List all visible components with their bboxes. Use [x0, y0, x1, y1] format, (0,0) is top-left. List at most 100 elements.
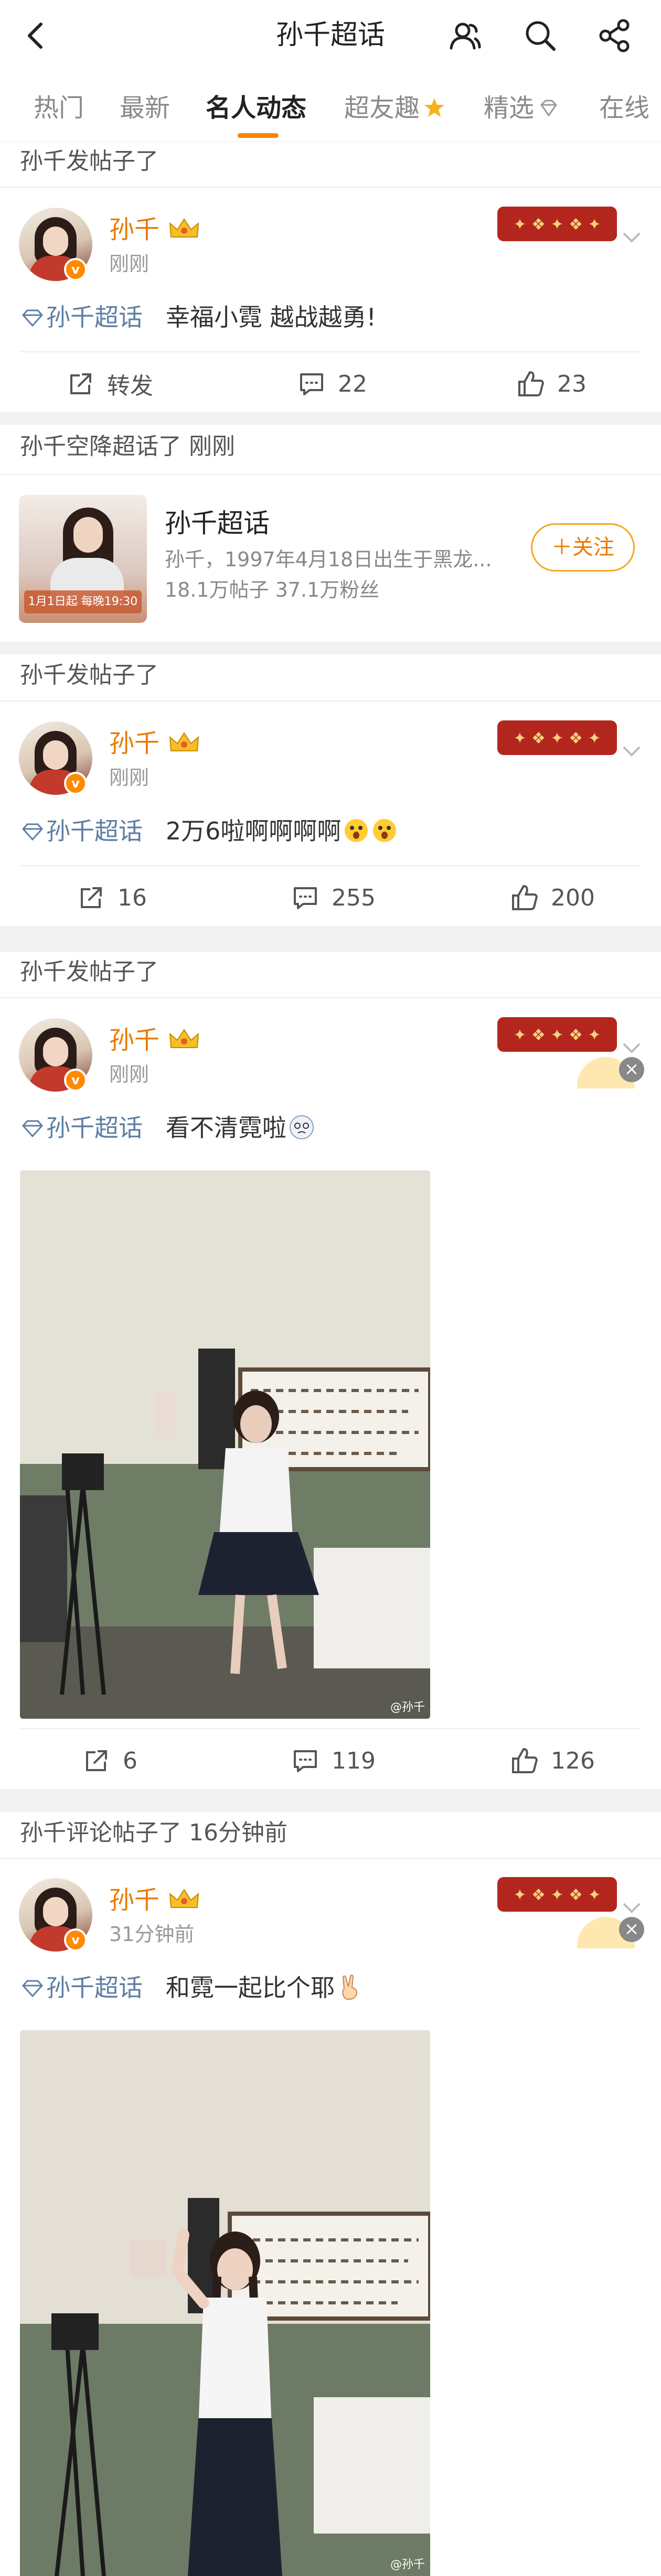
username[interactable]: 孙千 [109, 214, 159, 245]
close-icon[interactable]: × [619, 1917, 644, 1942]
supertopic-description: 孙千，1997年4月18日出生于黑龙... [165, 548, 492, 571]
post-text: 孙千超话 幸福小霓 越战越勇! [21, 301, 376, 333]
post-time: 刚刚 [109, 252, 150, 275]
fortune-stamp-icon: ✦ ❖ ✦ ❖ ✦ [497, 207, 617, 241]
like-button[interactable]: 23 [516, 352, 587, 415]
tab-featured[interactable]: 精选 [484, 92, 560, 124]
repost-button[interactable]: 16 [77, 866, 147, 929]
topic-tag[interactable]: 孙千超话 [21, 1974, 143, 2002]
like-button[interactable]: 126 [510, 1729, 595, 1792]
topic-tag[interactable]: 孙千超话 [21, 817, 143, 845]
like-button[interactable]: 200 [510, 866, 595, 929]
star-icon [424, 98, 445, 117]
comment-count: 255 [332, 884, 376, 911]
crown-icon [169, 218, 199, 238]
supertopic-name[interactable]: 孙千超话 [165, 506, 270, 540]
search-icon[interactable] [521, 17, 559, 55]
username[interactable]: 孙千 [109, 1884, 159, 1916]
behind-the-scenes-photo [20, 1170, 430, 1719]
post-photo[interactable]: @孙千 [20, 2030, 430, 2576]
crown-icon [169, 1889, 199, 1908]
topic-label: 孙千超话 [46, 817, 143, 845]
divider [0, 700, 661, 702]
gem-icon [22, 309, 44, 327]
post-time: 刚刚 [109, 766, 150, 789]
repost-count: 转发 [107, 373, 153, 400]
comment-button[interactable]: 22 [297, 352, 367, 415]
verified-badge-icon: v [64, 1069, 87, 1092]
post-text: 孙千超话 和霓一起比个耶 [21, 1971, 363, 2004]
card-header: 孙千评论帖子了 16分钟前 [20, 1819, 287, 1846]
repost-button[interactable]: 转发 [66, 352, 153, 415]
shocked-emoji-icon [373, 819, 397, 842]
post-card[interactable]: 孙千发帖子了 v 孙千 刚刚 ✦ ❖ ✦ ❖ ✦ × 孙千超话 看不清霓啦 @孙… [0, 952, 661, 1789]
fortune-stamp-icon: ✦ ❖ ✦ ❖ ✦ [497, 1017, 617, 1052]
chevron-down-icon[interactable] [618, 737, 645, 764]
verified-badge-icon: v [64, 258, 87, 281]
supertopic-stats: 18.1万帖子 37.1万粉丝 [165, 578, 380, 601]
post-time: 31分钟前 [109, 1923, 195, 1946]
svg-text:✦ ❖ ✦ ❖ ✦: ✦ ❖ ✦ ❖ ✦ [513, 1026, 601, 1044]
verified-badge-icon: v [64, 772, 87, 795]
repost-button[interactable]: 6 [82, 1729, 137, 1792]
action-row: 16 255 200 [0, 866, 661, 929]
tab-online[interactable]: 在线 [599, 92, 649, 124]
tab-hot[interactable]: 热门 [34, 92, 84, 124]
repost-count: 16 [118, 884, 147, 911]
post-body: 和霓一起比个耶 [165, 1974, 335, 2002]
comment-icon [300, 373, 323, 395]
thumbs-up-icon [518, 371, 544, 396]
topic-tag[interactable]: 孙千超话 [21, 1114, 143, 1142]
comment-count: 119 [332, 1747, 376, 1774]
follow-button[interactable]: ＋关注 [531, 523, 635, 572]
divider [0, 1858, 661, 1859]
share-icon[interactable] [596, 17, 634, 55]
verified-badge-icon: v [64, 1928, 87, 1952]
thumbs-up-icon [512, 885, 538, 910]
username[interactable]: 孙千 [109, 728, 159, 759]
card-header: 孙千空降超话了 刚刚 [20, 433, 235, 460]
tab-latest[interactable]: 最新 [120, 92, 170, 124]
post-body: 幸福小霓 越战越勇! [165, 303, 376, 331]
gem-icon [22, 1980, 44, 1997]
like-count: 200 [551, 884, 595, 911]
comment-count: 22 [338, 370, 367, 397]
like-count: 23 [557, 370, 587, 397]
watermark: @孙千 [390, 2558, 425, 2571]
gem-icon [22, 1120, 44, 1137]
tab-superfans[interactable]: 超友趣 [344, 92, 446, 124]
topic-tag[interactable]: 孙千超话 [21, 303, 143, 331]
comment-button[interactable]: 255 [291, 866, 376, 929]
thumbs-up-icon [512, 1748, 538, 1773]
topic-label: 孙千超话 [46, 1114, 143, 1142]
post-body: 2万6啦啊啊啊啊 [165, 817, 342, 845]
supertopic-card[interactable]: 孙千空降超话了 刚刚 1月1日起 每晚19:30 孙千超话 孙千，1997年4月… [0, 425, 661, 642]
post-time: 刚刚 [109, 1063, 150, 1086]
action-row: 6 119 126 [0, 1729, 661, 1792]
close-icon[interactable]: × [619, 1057, 644, 1082]
comment-button[interactable]: 119 [291, 1729, 376, 1792]
topic-label: 孙千超话 [46, 1974, 143, 2002]
gem-icon [22, 823, 44, 840]
post-card[interactable]: 孙千发帖子了 v 孙千 刚刚 ✦ ❖ ✦ ❖ ✦ 孙千超话 幸福小霓 越战越勇!… [0, 142, 661, 412]
topic-label: 孙千超话 [46, 303, 143, 331]
tab-celebrity[interactable]: 名人动态 [206, 92, 306, 124]
fortune-stamp-icon: ✦ ❖ ✦ ❖ ✦ [497, 1877, 617, 1912]
username[interactable]: 孙千 [109, 1025, 159, 1056]
divider [0, 474, 661, 475]
post-card[interactable]: 孙千评论帖子了 16分钟前 v 孙千 31分钟前 ✦ ❖ ✦ ❖ ✦ × 孙千超… [0, 1812, 661, 2576]
supertopic-cover-image[interactable]: 1月1日起 每晚19:30 [19, 495, 147, 623]
svg-text:✦ ❖ ✦ ❖ ✦: ✦ ❖ ✦ ❖ ✦ [513, 729, 601, 748]
diamond-tag-icon [540, 100, 557, 117]
tab-featured-label: 精选 [484, 93, 535, 123]
tab-active-indicator [238, 133, 279, 138]
chevron-down-icon[interactable] [618, 223, 645, 251]
post-body: 看不清霓啦 [165, 1114, 286, 1142]
post-photo[interactable]: @孙千 [20, 1170, 430, 1719]
top-bar: 孙千超话 [0, 0, 661, 72]
post-card[interactable]: 孙千发帖子了 v 孙千 刚刚 ✦ ❖ ✦ ❖ ✦ 孙千超话 2万6啦啊啊啊啊 1… [0, 654, 661, 926]
svg-text:✦ ❖ ✦ ❖ ✦: ✦ ❖ ✦ ❖ ✦ [513, 1886, 601, 1904]
svg-text:✦ ❖ ✦ ❖ ✦: ✦ ❖ ✦ ❖ ✦ [513, 215, 601, 234]
crown-icon [169, 732, 199, 751]
user-group-icon[interactable] [446, 17, 484, 55]
